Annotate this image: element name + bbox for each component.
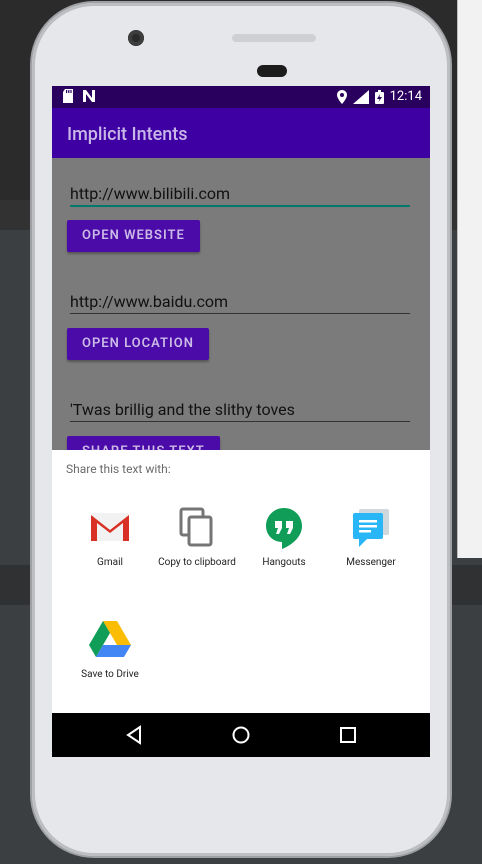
share-app-label: Gmail	[97, 557, 123, 568]
messenger-icon	[353, 509, 389, 547]
ide-right-panel	[457, 0, 482, 558]
status-bar: 12:14	[52, 86, 430, 108]
share-app-copy[interactable]: Copy to clipboard	[152, 505, 242, 568]
share-text-input[interactable]: 'Twas brillig and the slithy toves	[70, 400, 410, 422]
gmail-icon	[91, 513, 129, 541]
earpiece-speaker	[232, 34, 316, 42]
recents-icon[interactable]	[338, 725, 358, 745]
battery-icon	[374, 89, 384, 104]
n-icon	[83, 90, 95, 102]
share-app-messenger[interactable]: Messenger	[326, 505, 416, 568]
drive-icon	[89, 621, 131, 657]
hangouts-icon	[266, 508, 302, 549]
app-bar: Implicit Intents	[52, 108, 430, 158]
status-time: 12:14	[389, 89, 422, 104]
sdcard-icon	[63, 89, 73, 103]
copy-icon	[179, 507, 213, 547]
share-app-drive[interactable]: Save to Drive	[65, 617, 155, 680]
share-app-label: Copy to clipboard	[158, 557, 236, 568]
share-app-label: Save to Drive	[81, 669, 139, 680]
share-app-hangouts[interactable]: Hangouts	[239, 505, 329, 568]
location-icon	[336, 89, 347, 104]
signal-icon	[352, 89, 369, 104]
proximity-sensor	[257, 65, 287, 77]
phone-screen: 12:14 Implicit Intents http://www.bilibi…	[52, 86, 430, 757]
open-website-button[interactable]: OPEN WEBSITE	[67, 220, 200, 252]
navigation-bar	[52, 713, 430, 757]
share-sheet-title: Share this text with:	[66, 462, 171, 476]
home-icon[interactable]	[231, 725, 251, 745]
app-title: Implicit Intents	[67, 124, 188, 145]
main-content: http://www.bilibili.com OPEN WEBSITE htt…	[52, 158, 430, 468]
front-camera	[128, 30, 144, 46]
open-location-button[interactable]: OPEN LOCATION	[67, 328, 209, 360]
share-app-gmail[interactable]: Gmail	[65, 505, 155, 568]
back-icon[interactable]	[125, 725, 145, 745]
location-input[interactable]: http://www.baidu.com	[70, 292, 410, 314]
share-app-label: Hangouts	[262, 557, 306, 568]
website-input[interactable]: http://www.bilibili.com	[70, 184, 410, 207]
share-sheet: Share this text with: Gmail Copy to clip…	[52, 450, 430, 713]
share-app-label: Messenger	[346, 557, 396, 568]
